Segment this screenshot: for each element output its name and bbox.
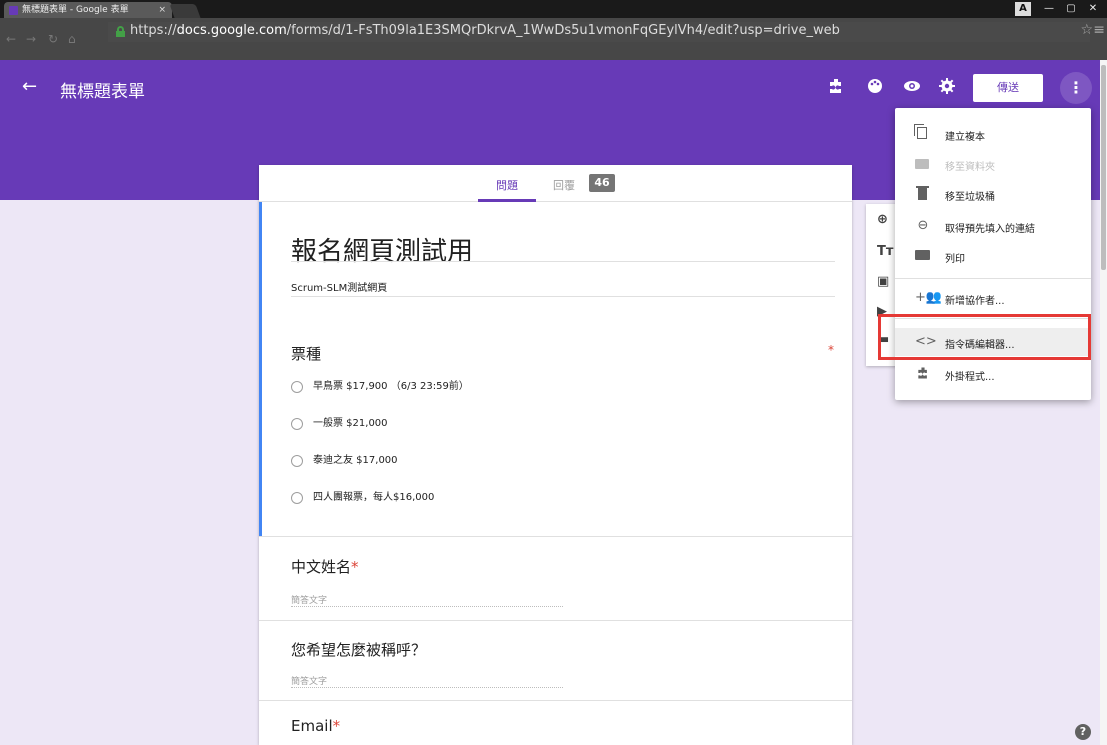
puzzle-icon[interactable] bbox=[827, 77, 845, 100]
tab-responses[interactable]: 回覆 bbox=[553, 177, 575, 193]
radio-option[interactable]: 四人團報票，每人$16,000 bbox=[291, 491, 434, 507]
form-tabs: 問題 回覆 46 bbox=[259, 165, 852, 202]
trash-icon bbox=[918, 188, 927, 200]
minimize-button[interactable]: — bbox=[1039, 0, 1059, 18]
section-divider bbox=[259, 620, 852, 621]
reload-icon[interactable]: ↻ bbox=[48, 32, 58, 46]
menu-item-prefilled-link[interactable]: ⊖ 取得預先填入的連結 bbox=[895, 212, 1091, 240]
menu-item-addons[interactable]: 外掛程式... bbox=[895, 360, 1091, 388]
responses-count-badge: 46 bbox=[589, 174, 615, 192]
user-profile-button[interactable]: A bbox=[1015, 2, 1031, 16]
send-button[interactable]: 傳送 bbox=[973, 74, 1043, 102]
add-title-icon[interactable]: Tт bbox=[877, 244, 893, 259]
radio-circle[interactable] bbox=[291, 455, 303, 467]
short-answer-placeholder: 簡答文字 bbox=[291, 596, 328, 606]
more-options-button[interactable]: ⋮ bbox=[1060, 72, 1092, 104]
question-title[interactable]: Email* bbox=[291, 717, 340, 735]
radio-circle[interactable] bbox=[291, 418, 303, 430]
url-text: https://docs.google.com/forms/d/1-FsTh09… bbox=[130, 23, 840, 38]
gear-icon[interactable] bbox=[938, 77, 956, 100]
browser-menu-icon[interactable]: ≡ bbox=[1093, 22, 1105, 38]
browser-tab[interactable]: 無標題表單 - Google 表單 × bbox=[4, 2, 172, 18]
tab-close-icon[interactable]: × bbox=[158, 2, 166, 18]
description-underline bbox=[291, 296, 835, 297]
required-asterisk: * bbox=[828, 343, 834, 357]
palette-icon[interactable] bbox=[866, 77, 884, 100]
menu-item-add-collaborators[interactable]: +👥 新增協作者... bbox=[895, 284, 1091, 312]
link-icon: ⊖ bbox=[917, 218, 929, 233]
address-bar[interactable]: https://docs.google.com/forms/d/1-FsTh09… bbox=[108, 22, 1090, 42]
radio-option[interactable]: 一般票 $21,000 bbox=[291, 417, 388, 433]
add-question-icon[interactable]: ⊕ bbox=[877, 212, 888, 227]
new-tab-button[interactable] bbox=[169, 4, 201, 18]
question-title[interactable]: 票種 bbox=[291, 343, 321, 364]
puzzle-icon bbox=[915, 366, 931, 384]
help-icon[interactable]: ? bbox=[1075, 724, 1091, 740]
close-window-button[interactable]: ✕ bbox=[1083, 0, 1103, 18]
menu-separator bbox=[895, 278, 1091, 279]
bookmark-star-icon[interactable]: ☆ bbox=[1080, 22, 1093, 38]
add-image-icon[interactable]: ▣ bbox=[877, 274, 889, 289]
required-asterisk: * bbox=[332, 717, 341, 735]
back-arrow-icon[interactable]: ← bbox=[22, 76, 37, 97]
forward-nav-icon[interactable]: → bbox=[26, 32, 36, 46]
menu-item-move-to-trash[interactable]: 移至垃圾桶 bbox=[895, 180, 1091, 208]
form-title[interactable]: 報名網頁測試用 bbox=[291, 231, 473, 268]
short-answer-placeholder: 簡答文字 bbox=[291, 677, 328, 687]
required-asterisk: * bbox=[351, 558, 359, 576]
folder-icon bbox=[915, 159, 929, 169]
browser-tab-bar: 無標題表單 - Google 表單 × A — ▢ ✕ bbox=[0, 0, 1107, 18]
radio-option[interactable]: 早鳥票 $17,900 （6/3 23:59前） bbox=[291, 380, 469, 396]
form-description[interactable]: Scrum-SLM測試網頁 bbox=[291, 279, 387, 294]
lock-icon bbox=[116, 26, 125, 37]
radio-circle[interactable] bbox=[291, 492, 303, 504]
menu-item-make-copy[interactable]: 建立複本 bbox=[895, 120, 1091, 148]
section-divider bbox=[259, 536, 852, 537]
active-tab-indicator bbox=[478, 199, 536, 202]
highlight-annotation-box bbox=[878, 314, 1091, 360]
document-title[interactable]: 無標題表單 bbox=[60, 77, 145, 102]
active-section-indicator bbox=[259, 202, 262, 536]
question-title[interactable]: 您希望怎麼被稱呼？ bbox=[291, 639, 426, 660]
short-answer-line bbox=[291, 687, 563, 688]
scrollbar-thumb[interactable] bbox=[1101, 65, 1106, 270]
print-icon bbox=[915, 250, 930, 260]
short-answer-line bbox=[291, 606, 563, 607]
menu-item-move-to-folder: 移至資料夾 bbox=[895, 150, 1091, 178]
title-underline bbox=[291, 261, 835, 262]
form-card: 問題 回覆 46 報名網頁測試用 Scrum-SLM測試網頁 票種 * 早鳥票 … bbox=[259, 165, 852, 745]
forms-favicon-icon bbox=[9, 6, 18, 15]
section-divider bbox=[259, 700, 852, 701]
radio-option[interactable]: 泰迪之友 $17,000 bbox=[291, 454, 398, 470]
back-nav-icon[interactable]: ← bbox=[6, 32, 16, 46]
browser-tab-title: 無標題表單 - Google 表單 bbox=[22, 5, 129, 15]
menu-item-print[interactable]: 列印 bbox=[895, 242, 1091, 270]
question-title[interactable]: 中文姓名* bbox=[291, 556, 359, 577]
radio-circle[interactable] bbox=[291, 381, 303, 393]
home-icon[interactable]: ⌂ bbox=[68, 32, 76, 46]
tab-questions[interactable]: 問題 bbox=[478, 177, 536, 193]
eye-icon[interactable] bbox=[903, 77, 921, 100]
restore-button[interactable]: ▢ bbox=[1061, 0, 1081, 18]
add-people-icon: +👥 bbox=[915, 290, 943, 305]
